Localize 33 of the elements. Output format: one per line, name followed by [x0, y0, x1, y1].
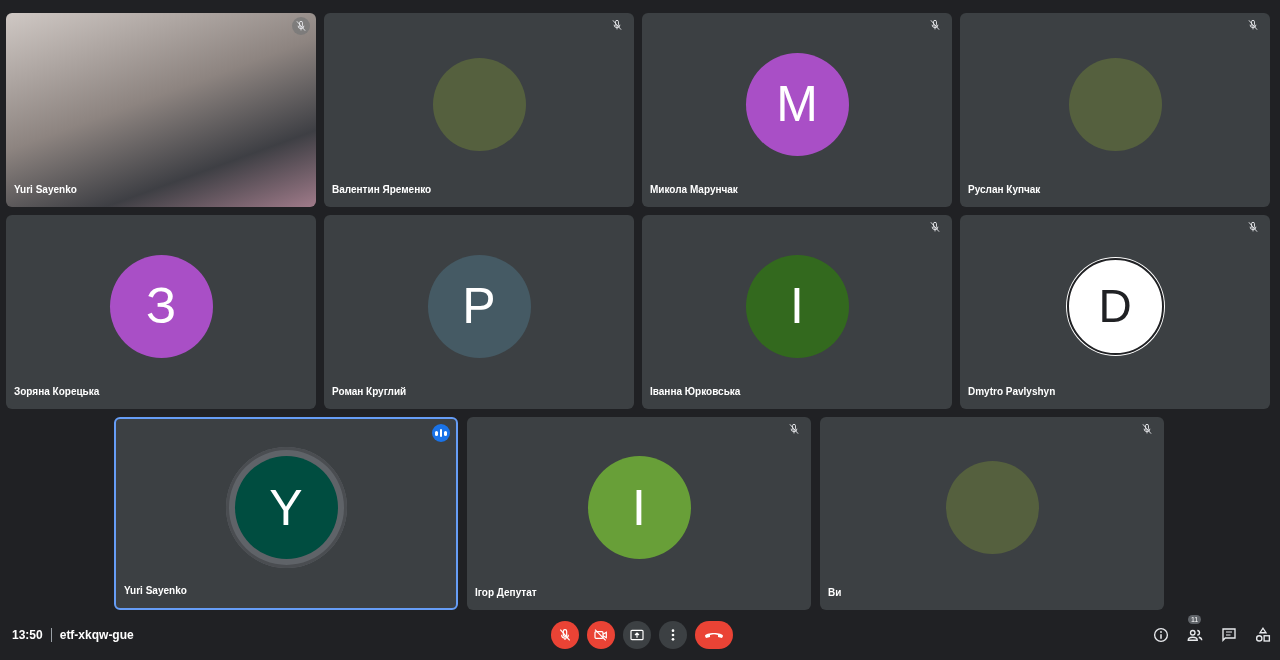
avatar-circle: M [745, 52, 849, 156]
clock-time: 13:50 [12, 628, 43, 642]
participant-name: Валентин Яременко [332, 184, 432, 195]
end-call-button[interactable] [695, 621, 733, 649]
avatar-circle: D [1066, 257, 1164, 355]
participant-name: Yuri Sayenko [14, 184, 77, 195]
activities-icon[interactable] [1254, 626, 1272, 644]
avatar-circle: Y [234, 456, 338, 559]
participant-name: Ігор Депутат [475, 587, 537, 598]
avatar-circle: I [745, 254, 849, 358]
avatar-circle: I [587, 456, 691, 559]
participant-name: Роман Круглий [332, 386, 407, 397]
info-icon[interactable] [1152, 626, 1170, 644]
participant-name: Ви [828, 587, 842, 598]
present-screen-button[interactable] [623, 621, 651, 649]
microphone-off-button[interactable] [551, 621, 579, 649]
camera-off-button[interactable] [587, 621, 615, 649]
mic-off-icon [557, 627, 573, 643]
participant-name: Yuri Sayenko [124, 585, 187, 596]
participant-name: Зоряна Корецька [14, 386, 100, 397]
present-screen-icon [629, 627, 645, 643]
participant-name: Іванна Юрковська [650, 386, 741, 397]
participant-name: Руслан Купчак [968, 184, 1041, 195]
participant-name: Dmytro Pavlyshyn [968, 386, 1056, 397]
camera-off-icon [593, 627, 609, 643]
participant-name: Микола Марунчак [650, 184, 738, 195]
avatar-circle: P [427, 254, 531, 358]
meeting-code: etf-xkqw-gue [59, 628, 134, 642]
speaking-indicator-icon [432, 424, 450, 442]
phone-hangup-icon [705, 631, 723, 639]
chat-icon[interactable] [1220, 626, 1238, 644]
avatar-circle: З [109, 254, 213, 358]
more-options-button[interactable] [659, 621, 687, 649]
